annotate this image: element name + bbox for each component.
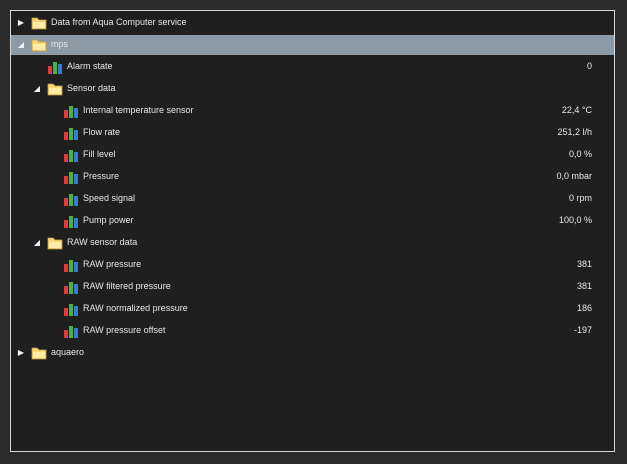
sensor-value: 0 rpm xyxy=(568,193,592,203)
bar-chart-icon xyxy=(64,304,78,316)
tree-leaf-sensor[interactable]: Pressure 0,0 mbar xyxy=(11,167,614,187)
expand-arrow-icon[interactable]: ▶ xyxy=(16,348,26,358)
sensor-label: RAW pressure offset xyxy=(83,325,166,335)
tree-leaf-sensor[interactable]: Pump power 100,0 % xyxy=(11,211,614,231)
sensor-label: Pressure xyxy=(83,171,120,181)
bar-chart-icon xyxy=(64,216,78,228)
tree-leaf-raw[interactable]: RAW normalized pressure 186 xyxy=(11,299,614,319)
tree-leaf-raw[interactable]: RAW filtered pressure 381 xyxy=(11,277,614,297)
tree-leaf-alarm-state[interactable]: Alarm state 0 xyxy=(11,57,614,77)
bar-chart-icon xyxy=(64,260,78,272)
sensor-value: 381 xyxy=(576,259,592,269)
tree-node-aquaero[interactable]: ▶ aquaero xyxy=(11,343,614,363)
tree-leaf-sensor[interactable]: Fill level 0,0 % xyxy=(11,145,614,165)
bar-chart-icon xyxy=(64,150,78,162)
folder-icon xyxy=(31,17,47,30)
tree-node-sensor-data[interactable]: ◢ Sensor data xyxy=(11,79,614,99)
tree-node-raw-sensor-data[interactable]: ◢ RAW sensor data xyxy=(11,233,614,253)
folder-icon xyxy=(31,347,47,360)
tree-node-label: aquaero xyxy=(51,347,85,357)
tree-node-mps[interactable]: ◢ mps xyxy=(11,35,614,55)
sensor-value: 0,0 % xyxy=(568,149,592,159)
bar-chart-icon xyxy=(48,62,62,74)
tree-leaf-sensor[interactable]: Speed signal 0 rpm xyxy=(11,189,614,209)
tree-node-label: mps xyxy=(51,39,69,49)
expand-arrow-icon[interactable]: ▶ xyxy=(16,18,26,28)
sensor-value: 186 xyxy=(576,303,592,313)
tree-node-label: Sensor data xyxy=(67,83,116,93)
sensor-tree-panel: ▶ Data from Aqua Computer service ◢ mps … xyxy=(10,10,615,452)
bar-chart-icon xyxy=(64,194,78,206)
sensor-value: 0 xyxy=(586,61,592,71)
sensor-label: RAW normalized pressure xyxy=(83,303,188,313)
sensor-label: Flow rate xyxy=(83,127,121,137)
tree-leaf-raw[interactable]: RAW pressure 381 xyxy=(11,255,614,275)
tree-node-label: Data from Aqua Computer service xyxy=(51,17,187,27)
sensor-label: Pump power xyxy=(83,215,134,225)
sensor-label: Internal temperature sensor xyxy=(83,105,194,115)
collapse-arrow-icon[interactable]: ◢ xyxy=(16,40,26,50)
sensor-label: Fill level xyxy=(83,149,116,159)
sensor-label: Alarm state xyxy=(67,61,113,71)
folder-icon xyxy=(47,237,63,250)
sensor-label: RAW filtered pressure xyxy=(83,281,171,291)
bar-chart-icon xyxy=(64,326,78,338)
tree-leaf-sensor[interactable]: Flow rate 251,2 l/h xyxy=(11,123,614,143)
bar-chart-icon xyxy=(64,106,78,118)
sensor-value: -197 xyxy=(573,325,592,335)
sensor-label: Speed signal xyxy=(83,193,136,203)
bar-chart-icon xyxy=(64,282,78,294)
sensor-value: 0,0 mbar xyxy=(556,171,592,181)
tree-node-label: RAW sensor data xyxy=(67,237,138,247)
bar-chart-icon xyxy=(64,172,78,184)
sensor-value: 100,0 % xyxy=(558,215,592,225)
folder-icon xyxy=(31,39,47,52)
tree-leaf-raw[interactable]: RAW pressure offset -197 xyxy=(11,321,614,341)
tree-leaf-sensor[interactable]: Internal temperature sensor 22,4 °C xyxy=(11,101,614,121)
collapse-arrow-icon[interactable]: ◢ xyxy=(32,238,42,248)
sensor-value: 22,4 °C xyxy=(561,105,592,115)
sensor-label: RAW pressure xyxy=(83,259,142,269)
folder-icon xyxy=(47,83,63,96)
sensor-value: 251,2 l/h xyxy=(557,127,592,137)
sensor-value: 381 xyxy=(576,281,592,291)
collapse-arrow-icon[interactable]: ◢ xyxy=(32,84,42,94)
tree-node-aqua-service[interactable]: ▶ Data from Aqua Computer service xyxy=(11,13,614,33)
bar-chart-icon xyxy=(64,128,78,140)
